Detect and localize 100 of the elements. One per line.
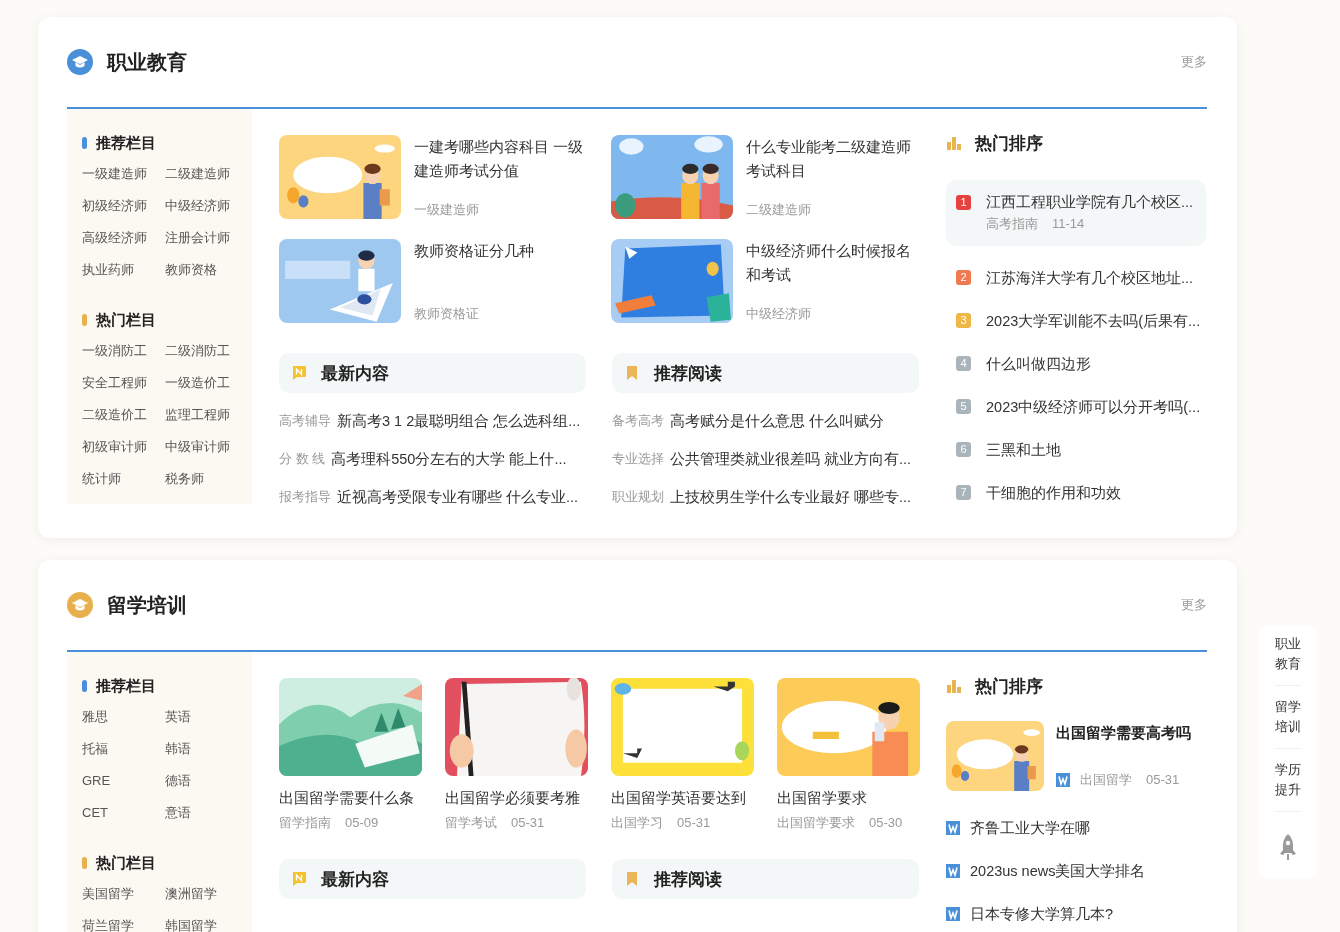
article-date: 05-09 [345, 814, 379, 832]
category-link[interactable]: 韩国留学 [165, 910, 217, 932]
ranking-card[interactable]: 1 江西工程职业学院有几个校区... 高考指南 11-14 [946, 180, 1206, 246]
rank-badge: 1 [956, 194, 971, 210]
feed-tag: 报考指导 [279, 488, 331, 506]
category-link[interactable]: 意语 [165, 797, 191, 829]
rank-badge: 6 [956, 442, 971, 457]
category-link[interactable]: 澳洲留学 [165, 878, 217, 910]
section-title: 留学培训 [107, 592, 187, 618]
zigzag-square-icon [946, 906, 960, 921]
zigzag-square-icon [946, 820, 960, 835]
article-tag: 教师资格证 [414, 303, 479, 325]
feed-title: 最新内容 [321, 868, 389, 891]
category-link[interactable]: 安全工程师 [82, 367, 147, 399]
ranking-link[interactable]: 干细胞的作用和功效 [986, 481, 1121, 504]
article-tag: 出国学习 [611, 812, 663, 834]
article-date: 05-31 [511, 814, 545, 832]
category-link[interactable]: 二级建造师 [165, 158, 230, 190]
category-link[interactable]: 美国留学 [82, 878, 134, 910]
ranking-link[interactable]: 2023us news美国大学排名 [970, 859, 1146, 882]
category-link[interactable]: 税务师 [165, 463, 204, 495]
category-link[interactable]: 荷兰留学 [82, 910, 134, 932]
feed-link[interactable]: 高考理科550分左右的大学 能上什... [331, 449, 567, 469]
bookmark-icon [624, 871, 640, 887]
ranking-link[interactable]: 2023中级经济师可以分开考吗(... [986, 395, 1201, 418]
category-link[interactable]: 监理工程师 [165, 399, 230, 431]
ranking-link[interactable]: 什么叫做四边形 [986, 352, 1091, 375]
side-nav-item[interactable]: 留学培训 [1274, 697, 1301, 749]
pill-marker-icon [82, 314, 87, 326]
rank-badge: 4 [956, 356, 971, 371]
category-link[interactable]: 中级审计师 [165, 431, 230, 463]
article-tag: 二级建造师 [746, 199, 811, 221]
article-title[interactable]: 出国留学需要什么条 [279, 786, 414, 810]
feed-link[interactable]: 上技校男生学什么专业最好 哪些专... [670, 487, 912, 507]
bookmark-icon [624, 365, 640, 381]
article-title[interactable]: 出国留学英语要达到 [611, 786, 746, 810]
category-link[interactable]: 雅思 [82, 701, 108, 733]
feed-link[interactable]: 公共管理类就业很差吗 就业方向有... [670, 449, 912, 469]
article-date: 11-14 [1052, 215, 1085, 233]
category-link[interactable]: 二级造价工 [82, 399, 147, 431]
feed-tag: 高考辅导 [279, 412, 331, 430]
article-title[interactable]: 中级经济师什么时候报名和考试 [746, 239, 919, 287]
article-title[interactable]: 出国留学需要高考吗 [1056, 721, 1191, 745]
ranking-link[interactable]: 江西工程职业学院有几个校区... [986, 191, 1194, 213]
article-title[interactable]: 教师资格证分几种 [414, 239, 534, 263]
pill-marker-icon [82, 137, 87, 149]
group-title: 推荐栏目 [96, 676, 156, 696]
pill-marker-icon [82, 857, 87, 869]
category-link[interactable]: 韩语 [165, 733, 191, 765]
article-tag: 一级建造师 [414, 199, 479, 221]
feed-link[interactable]: 新高考3 1 2最聪明组合 怎么选科组... [337, 411, 581, 431]
side-nav-item[interactable]: 职业教育 [1274, 634, 1301, 686]
category-link[interactable]: 注册会计师 [165, 222, 230, 254]
category-link[interactable]: 初级审计师 [82, 431, 147, 463]
category-link[interactable]: 执业药师 [82, 254, 134, 286]
ranking-title: 热门排序 [975, 675, 1043, 698]
category-link[interactable]: 高级经济师 [82, 222, 147, 254]
category-link[interactable]: 统计师 [82, 463, 121, 495]
article-title[interactable]: 一建考哪些内容科目 一级建造师考试分值 [414, 135, 587, 183]
ranking-link[interactable]: 日本专修大学算几本? [970, 902, 1114, 925]
ranking-link[interactable]: 齐鲁工业大学在哪 [970, 816, 1090, 839]
article-date: 05-31 [677, 814, 711, 832]
category-link[interactable]: 二级消防工 [165, 335, 230, 367]
feed-link[interactable]: 高考赋分是什么意思 什么叫赋分 [670, 411, 885, 431]
article-tag: 高考指南 [986, 213, 1038, 235]
feed-title: 推荐阅读 [654, 868, 722, 891]
ranking-link[interactable]: 2023大学军训能不去吗(后果有... [986, 309, 1201, 332]
feed-tag: 分 数 线 [279, 450, 326, 468]
article-date: 05-30 [869, 814, 903, 832]
category-link[interactable]: 一级消防工 [82, 335, 147, 367]
category-link[interactable]: GRE [82, 765, 111, 797]
category-link[interactable]: 托福 [82, 733, 108, 765]
category-link[interactable]: 英语 [165, 701, 191, 733]
article-title[interactable]: 出国留学必须要考雅 [445, 786, 580, 810]
category-link[interactable]: 教师资格 [165, 254, 217, 286]
rank-badge: 5 [956, 399, 971, 414]
ranking-link[interactable]: 三黑和土地 [986, 438, 1061, 461]
rank-badge: 2 [956, 270, 971, 285]
bar-chart-icon [946, 135, 962, 151]
speech-bubble-icon [291, 871, 307, 887]
feed-title: 推荐阅读 [654, 362, 722, 385]
ranking-link[interactable]: 江苏海洋大学有几个校区地址... [986, 266, 1194, 289]
side-nav-item[interactable]: 学历提升 [1274, 760, 1301, 812]
section-title: 职业教育 [107, 49, 187, 75]
pill-marker-icon [82, 680, 87, 692]
category-link[interactable]: 一级建造师 [82, 158, 147, 190]
category-link[interactable]: 初级经济师 [82, 190, 147, 222]
zigzag-square-icon [1056, 773, 1070, 787]
rocket-icon[interactable] [1277, 833, 1298, 861]
rank-badge: 7 [956, 485, 971, 500]
rank-badge: 3 [956, 313, 971, 328]
category-link[interactable]: 中级经济师 [165, 190, 230, 222]
feed-link[interactable]: 近视高考受限专业有哪些 什么专业... [337, 487, 579, 507]
category-link[interactable]: CET [82, 797, 108, 829]
category-link[interactable]: 一级造价工 [165, 367, 230, 399]
category-link[interactable]: 德语 [165, 765, 191, 797]
bar-chart-icon [946, 678, 962, 694]
article-title[interactable]: 什么专业能考二级建造师考试科目 [746, 135, 919, 183]
article-tag: 留学考试 [445, 812, 497, 834]
article-title[interactable]: 出国留学要求 [777, 786, 867, 810]
